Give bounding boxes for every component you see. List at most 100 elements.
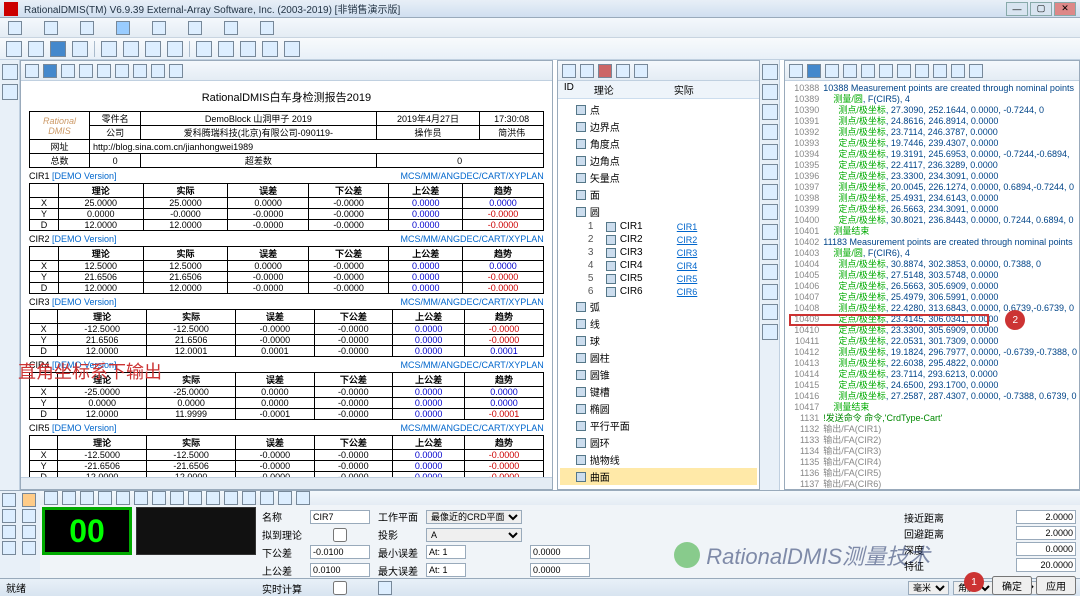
- tool-icon-4[interactable]: [262, 41, 278, 57]
- code-ic4[interactable]: [843, 64, 857, 78]
- feat-input[interactable]: [1016, 558, 1076, 572]
- report-ic6[interactable]: [115, 64, 129, 78]
- btab-2[interactable]: [2, 509, 16, 523]
- report-ic5[interactable]: [97, 64, 111, 78]
- redo-icon[interactable]: [167, 41, 183, 57]
- apply-button[interactable]: 应用: [1036, 576, 1076, 595]
- name-input[interactable]: [310, 510, 370, 524]
- code-ic11[interactable]: [969, 64, 983, 78]
- save-icon[interactable]: [50, 41, 66, 57]
- copy-icon[interactable]: [101, 41, 117, 57]
- code-body[interactable]: 1038810388 Measurement points are create…: [785, 81, 1079, 489]
- code-ic6[interactable]: [879, 64, 893, 78]
- btab2-2[interactable]: [22, 509, 36, 523]
- utol-input[interactable]: [310, 563, 370, 577]
- rsidetab-5[interactable]: [762, 144, 778, 160]
- sidetab-icon-2[interactable]: [2, 84, 18, 100]
- tree-node[interactable]: 边角点: [560, 152, 757, 169]
- open-icon[interactable]: [28, 41, 44, 57]
- bt-ic5[interactable]: [116, 491, 130, 505]
- rsidetab-7[interactable]: [762, 184, 778, 200]
- menu-icon-6[interactable]: [188, 21, 202, 35]
- code-ic5[interactable]: [861, 64, 875, 78]
- report-ic7[interactable]: [133, 64, 147, 78]
- tree-node[interactable]: 点: [560, 101, 757, 118]
- tree-node[interactable]: 圆锥: [560, 366, 757, 383]
- undo-icon[interactable]: [145, 41, 161, 57]
- min-val[interactable]: [530, 545, 590, 559]
- tree-node-cir[interactable]: 2CIR2CIR2: [560, 233, 757, 246]
- tree-ic5[interactable]: [634, 64, 648, 78]
- tree-node[interactable]: 线: [560, 315, 757, 332]
- code-ic9[interactable]: [933, 64, 947, 78]
- tree-ic1[interactable]: [562, 64, 576, 78]
- btab2-3[interactable]: [22, 525, 36, 539]
- tree-node[interactable]: 角度点: [560, 135, 757, 152]
- tree-node[interactable]: 曲面: [560, 468, 757, 485]
- bt-ic3[interactable]: [80, 491, 94, 505]
- minimize-button[interactable]: —: [1006, 2, 1028, 16]
- code-ic1[interactable]: [789, 64, 803, 78]
- tool-icon-1[interactable]: [196, 41, 212, 57]
- bt-ic1[interactable]: [44, 491, 58, 505]
- tree-node-cir[interactable]: 1CIR1CIR1: [560, 220, 757, 233]
- btab2-1[interactable]: [22, 493, 36, 507]
- proj-select[interactable]: A: [426, 528, 522, 542]
- bt-ic14[interactable]: [278, 491, 292, 505]
- menu-icon-7[interactable]: [224, 21, 238, 35]
- min-at[interactable]: [426, 545, 466, 559]
- btab-3[interactable]: [2, 525, 16, 539]
- rsidetab-8[interactable]: [762, 204, 778, 220]
- tree-ic3[interactable]: [598, 64, 612, 78]
- report-export-icon[interactable]: [79, 64, 93, 78]
- rsidetab-1[interactable]: [762, 64, 778, 80]
- report-hscroll[interactable]: [21, 477, 552, 489]
- menu-icon-8[interactable]: [260, 21, 274, 35]
- report-ic8[interactable]: [151, 64, 165, 78]
- btab-1[interactable]: [2, 493, 16, 507]
- close-button[interactable]: ✕: [1054, 2, 1076, 16]
- rsidetab-13[interactable]: [762, 304, 778, 320]
- paste-icon[interactable]: [123, 41, 139, 57]
- bt-ic8[interactable]: [170, 491, 184, 505]
- code-ic3[interactable]: [825, 64, 839, 78]
- wp-select[interactable]: 最像近的CRD平面: [426, 510, 522, 524]
- maximize-button[interactable]: ▢: [1030, 2, 1052, 16]
- bt-ic7[interactable]: [152, 491, 166, 505]
- bt-ic13[interactable]: [260, 491, 274, 505]
- rt-icon[interactable]: [378, 581, 392, 595]
- tree-node-cir[interactable]: 3CIR3CIR3: [560, 246, 757, 259]
- menu-icon-3[interactable]: [80, 21, 94, 35]
- tree-ic4[interactable]: [616, 64, 630, 78]
- max-at[interactable]: [426, 563, 466, 577]
- ret-input[interactable]: [1016, 526, 1076, 540]
- tree-node[interactable]: 圆环: [560, 434, 757, 451]
- tree-node[interactable]: 边界点: [560, 118, 757, 135]
- tree-node[interactable]: 圆柱: [560, 349, 757, 366]
- rsidetab-3[interactable]: [762, 104, 778, 120]
- code-ic10[interactable]: [951, 64, 965, 78]
- tree-node-cir[interactable]: 5CIR5CIR5: [560, 272, 757, 285]
- bt-ic15[interactable]: [296, 491, 310, 505]
- report-new-icon[interactable]: [25, 64, 39, 78]
- bt-ic10[interactable]: [206, 491, 220, 505]
- tree-node-cir[interactable]: 4CIR4CIR4: [560, 259, 757, 272]
- tree-node[interactable]: 键槽: [560, 383, 757, 400]
- tree-node[interactable]: 面: [560, 186, 757, 203]
- tree-node[interactable]: 抛物线: [560, 451, 757, 468]
- menu-icon-2[interactable]: [44, 21, 58, 35]
- tol-check[interactable]: [310, 528, 370, 542]
- tree-node[interactable]: 圆: [560, 203, 757, 220]
- rsidetab-14[interactable]: [762, 324, 778, 340]
- tree-ic2[interactable]: [580, 64, 594, 78]
- rt-check[interactable]: [310, 581, 370, 595]
- report-save-icon[interactable]: [43, 64, 57, 78]
- rsidetab-4[interactable]: [762, 124, 778, 140]
- appr-input[interactable]: [1016, 510, 1076, 524]
- tree-node[interactable]: 矢量点: [560, 169, 757, 186]
- max-val[interactable]: [530, 563, 590, 577]
- code-ic2[interactable]: [807, 64, 821, 78]
- menu-icon-1[interactable]: [8, 21, 22, 35]
- ltol-input[interactable]: [310, 545, 370, 559]
- rsidetab-2[interactable]: [762, 84, 778, 100]
